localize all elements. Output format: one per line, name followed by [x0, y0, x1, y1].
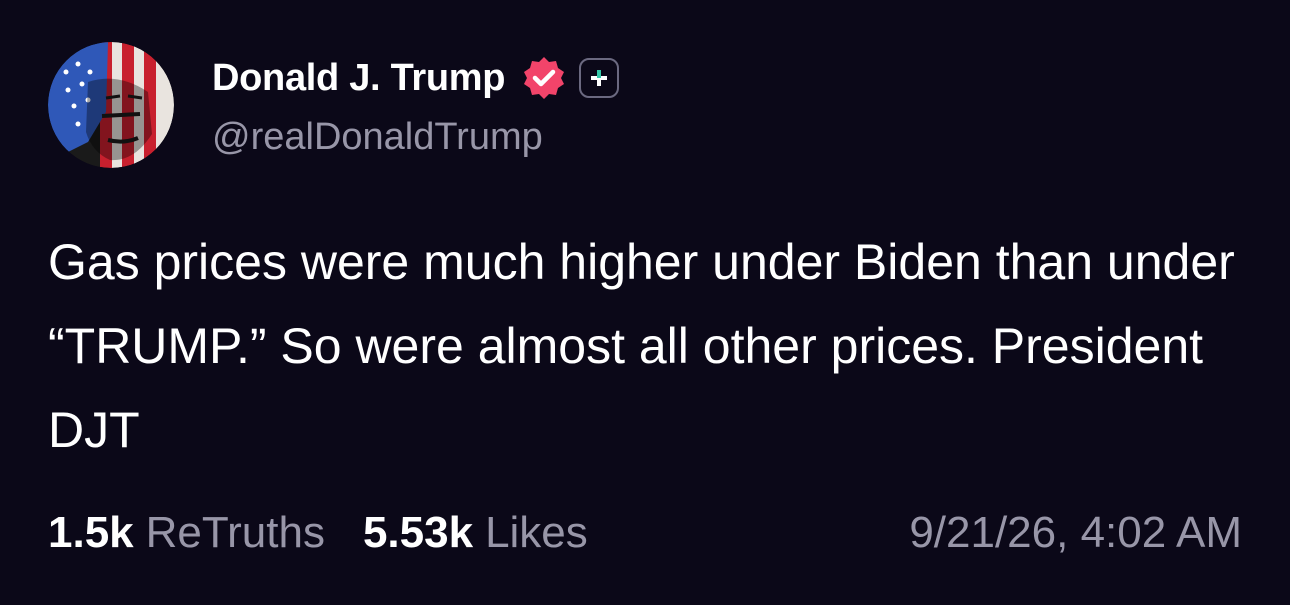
author-row: Donald J. Trump: [212, 52, 620, 104]
avatar[interactable]: [48, 42, 174, 168]
retruths-count: 1.5k: [48, 508, 134, 557]
retruths-label: ReTruths: [145, 508, 325, 557]
avatar-image: [48, 42, 174, 168]
truth-post: Donald J. Trump @realDonaldTrump Gas pri…: [0, 0, 1290, 605]
likes-label: Likes: [485, 508, 588, 557]
display-name[interactable]: Donald J. Trump: [212, 57, 506, 100]
verified-badge-icon: [521, 55, 567, 101]
author-handle[interactable]: @realDonaldTrump: [212, 116, 543, 159]
post-footer: 1.5k ReTruths 5.53k Likes 9/21/26, 4:02 …: [48, 505, 1242, 561]
post-text: Gas prices were much higher under Biden …: [48, 234, 1235, 458]
post-timestamp: 9/21/26, 4:02 AM: [909, 508, 1242, 557]
plus-badge-icon: [579, 58, 620, 98]
likes-stat[interactable]: 5.53k Likes: [363, 508, 588, 558]
likes-count: 5.53k: [362, 508, 474, 557]
retruths-stat[interactable]: 1.5k ReTruths: [48, 508, 325, 558]
